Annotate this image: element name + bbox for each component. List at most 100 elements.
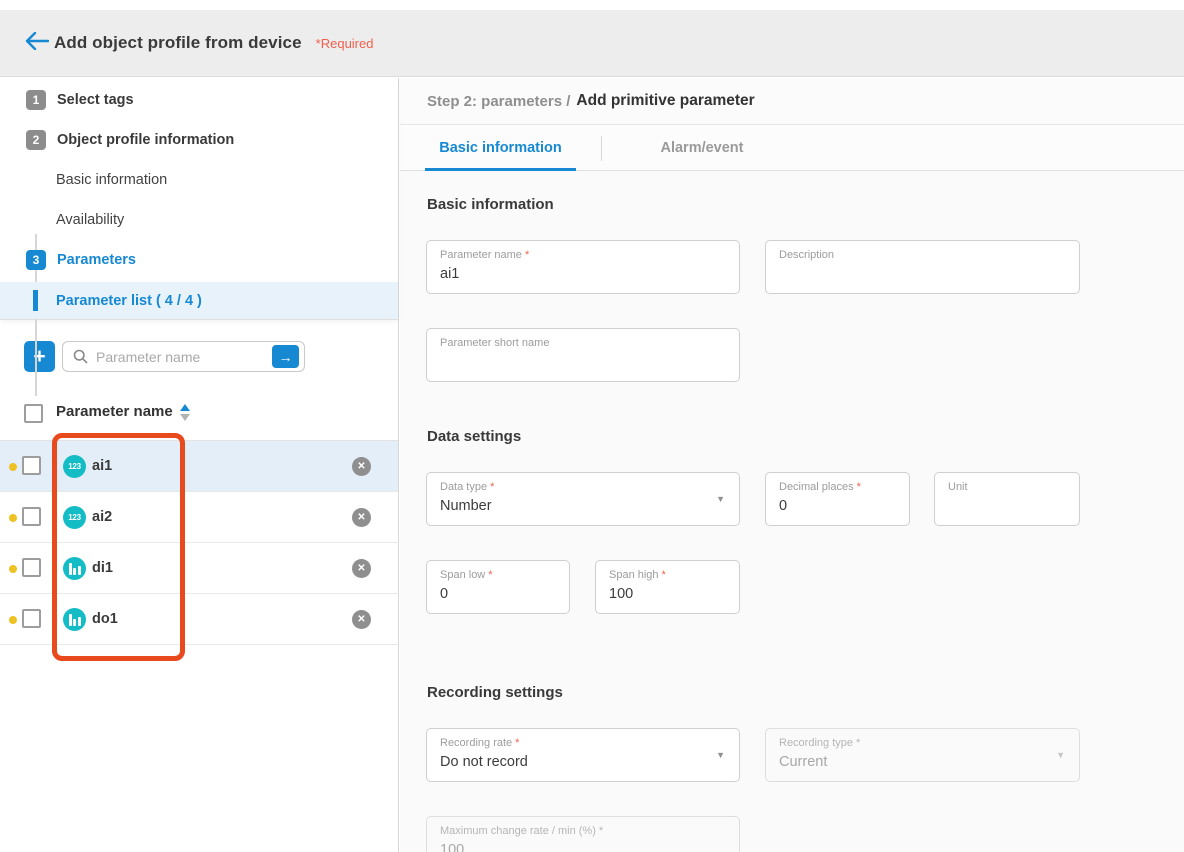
sidebar-item-availability[interactable]: Availability <box>0 206 398 234</box>
field-label: Maximum change rate / min (%) <box>440 825 596 837</box>
parameter-form: Basic information Parameter name* ai1 De… <box>400 171 1184 852</box>
top-strip <box>0 0 1184 10</box>
data-type-value: Number <box>440 498 492 514</box>
search-input[interactable] <box>96 349 272 365</box>
step-1-badge: 1 <box>26 90 46 110</box>
section-title-recording-settings: Recording settings <box>427 684 563 701</box>
bar-chart-type-icon <box>63 557 86 580</box>
field-label: Parameter short name <box>440 337 549 349</box>
field-label: Recording type <box>779 737 853 749</box>
select-all-checkbox[interactable] <box>24 404 43 423</box>
field-label: Span high <box>609 569 659 581</box>
table-row-ai2[interactable]: 123 ai2 ✕ <box>0 492 398 543</box>
decimal-places-field[interactable]: Decimal places* 0 <box>765 472 910 526</box>
status-dot <box>9 514 17 522</box>
add-parameter-button[interactable]: + <box>24 341 55 372</box>
section-title-data-settings: Data settings <box>427 428 521 445</box>
row-checkbox-ai1[interactable] <box>22 456 41 475</box>
span-high-field[interactable]: Span high* 100 <box>595 560 740 614</box>
sort-icon[interactable] <box>180 403 190 421</box>
chevron-down-icon: ▼ <box>1056 750 1065 760</box>
max-change-rate-field: Maximum change rate / min (%)* 100 <box>426 816 740 852</box>
field-label: Data type <box>440 481 487 493</box>
column-header-parameter-name: Parameter name <box>56 403 173 420</box>
required-asterisk: * <box>525 249 529 261</box>
back-arrow-icon <box>25 32 49 55</box>
step-3-parameters[interactable]: 3 Parameters <box>0 248 398 272</box>
parameter-name: di1 <box>92 560 113 576</box>
step-3-label: Parameters <box>57 252 136 268</box>
remove-parameter-button[interactable]: ✕ <box>352 610 371 629</box>
step-2-label: Object profile information <box>57 132 234 148</box>
parameter-name: ai1 <box>92 458 112 474</box>
table-row-ai1[interactable]: 123 ai1 ✕ <box>0 441 398 492</box>
unit-field[interactable]: Unit <box>934 472 1080 526</box>
max-change-rate-value: 100 <box>440 842 464 852</box>
remove-parameter-button[interactable]: ✕ <box>352 559 371 578</box>
description-field[interactable]: Description <box>765 240 1080 294</box>
wizard-steps: 1 Select tags 2 Object profile informati… <box>0 78 398 320</box>
step-2-badge: 2 <box>26 130 46 150</box>
active-item-bar <box>33 290 38 311</box>
search-icon <box>73 349 88 364</box>
close-icon: ✕ <box>357 614 365 625</box>
bar-chart-type-icon <box>63 608 86 631</box>
step-1-select-tags[interactable]: 1 Select tags <box>0 88 398 112</box>
required-asterisk: * <box>662 569 666 581</box>
tab-basic-information[interactable]: Basic information <box>425 125 576 171</box>
data-type-dropdown[interactable]: Data type* Number ▼ <box>426 472 740 526</box>
page-title: Add object profile from device <box>54 33 302 53</box>
required-asterisk: * <box>488 569 492 581</box>
row-checkbox-ai2[interactable] <box>22 507 41 526</box>
parameter-short-name-field[interactable]: Parameter short name <box>426 328 740 382</box>
parameter-toolbar: + → <box>0 320 398 395</box>
sidebar-item-parameter-list[interactable]: Parameter list ( 4 / 4 ) <box>0 282 398 319</box>
status-dot <box>9 565 17 573</box>
parameter-search-box[interactable]: → <box>62 341 305 372</box>
field-label: Description <box>779 249 834 261</box>
table-row-do1[interactable]: do1 ✕ <box>0 594 398 645</box>
step-1-label: Select tags <box>57 92 134 108</box>
required-legend: *Required <box>316 36 374 51</box>
parameter-name-value: ai1 <box>440 266 459 282</box>
section-title-basic-information: Basic information <box>427 196 554 213</box>
recording-rate-dropdown[interactable]: Recording rate* Do not record ▼ <box>426 728 740 782</box>
remove-parameter-button[interactable]: ✕ <box>352 508 371 527</box>
remove-parameter-button[interactable]: ✕ <box>352 457 371 476</box>
recording-type-value: Current <box>779 754 827 770</box>
left-panel: 1 Select tags 2 Object profile informati… <box>0 78 399 852</box>
span-low-field[interactable]: Span low* 0 <box>426 560 570 614</box>
tab-alarm-event[interactable]: Alarm/event <box>601 125 803 171</box>
sidebar-item-basic-information[interactable]: Basic information <box>0 166 398 194</box>
numeric-type-icon: 123 <box>63 506 86 529</box>
sort-descending-icon <box>180 414 190 421</box>
chevron-down-icon: ▼ <box>716 494 725 504</box>
page-header: Add object profile from device *Required <box>0 10 1184 77</box>
field-label: Parameter name <box>440 249 522 261</box>
row-checkbox-do1[interactable] <box>22 609 41 628</box>
breadcrumb-current: Add primitive parameter <box>576 92 754 110</box>
parameter-name-field[interactable]: Parameter name* ai1 <box>426 240 740 294</box>
parameter-name: ai2 <box>92 509 112 525</box>
recording-rate-value: Do not record <box>440 754 528 770</box>
required-asterisk: * <box>515 737 519 749</box>
close-icon: ✕ <box>357 512 365 523</box>
step-2-object-profile[interactable]: 2 Object profile information <box>0 128 398 152</box>
close-icon: ✕ <box>357 461 365 472</box>
required-asterisk: * <box>857 481 861 493</box>
parameter-name: do1 <box>92 611 118 627</box>
row-checkbox-di1[interactable] <box>22 558 41 577</box>
recording-type-dropdown: Recording type* Current ▼ <box>765 728 1080 782</box>
status-dot <box>9 463 17 471</box>
field-label: Unit <box>948 481 968 493</box>
right-arrow-icon: → <box>279 349 293 365</box>
parameter-rows: 123 ai1 ✕ 123 ai2 ✕ <box>0 441 398 645</box>
detail-tabbar: Basic information Alarm/event <box>400 125 1184 171</box>
back-button[interactable] <box>22 28 52 58</box>
search-submit-button[interactable]: → <box>272 345 299 368</box>
required-asterisk: * <box>490 481 494 493</box>
table-row-di1[interactable]: di1 ✕ <box>0 543 398 594</box>
step-3-badge: 3 <box>26 250 46 270</box>
required-asterisk: * <box>599 825 603 837</box>
sort-ascending-icon <box>180 404 190 411</box>
